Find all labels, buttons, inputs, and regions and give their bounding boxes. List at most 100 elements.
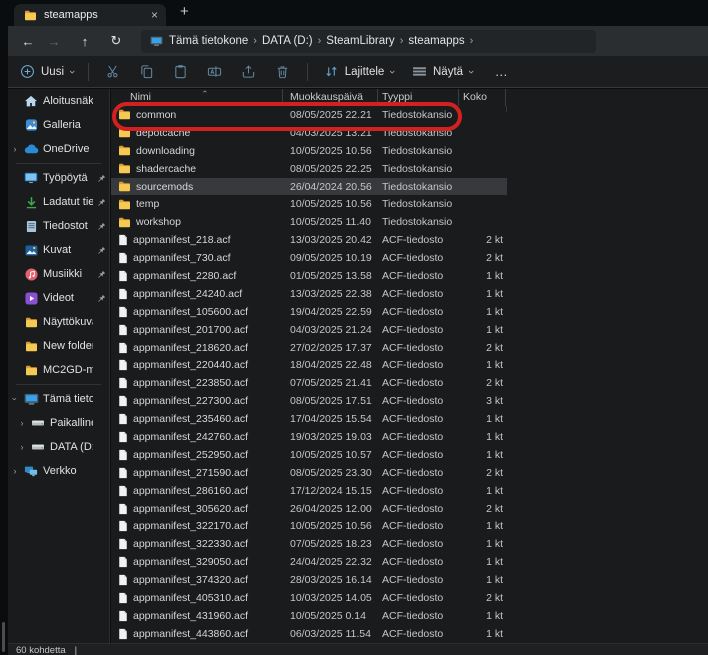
file-row[interactable]: appmanifest_235460.acf 17/04/2025 15.54 … (111, 410, 507, 428)
file-row[interactable]: appmanifest_305620.acf 26/04/2025 12.00 … (111, 500, 507, 518)
chevron-icon[interactable]: › (10, 395, 20, 403)
file-row[interactable]: downloading 10/05/2025 10.56 Tiedostokan… (111, 142, 507, 160)
file-row[interactable]: appmanifest_223850.acf 07/05/2025 21.41 … (111, 374, 507, 392)
file-icon (118, 324, 128, 336)
file-name: common (136, 108, 177, 121)
tab-steamapps[interactable]: steamapps × (14, 4, 166, 26)
file-type: ACF-tiedosto (382, 591, 444, 604)
sidebar-item-label: DATA (D:) (50, 441, 93, 453)
sidebar-item[interactable]: › Paikallinen levy (C (8, 411, 109, 435)
action-button[interactable] (239, 64, 259, 79)
sidebar-item-label: Paikallinen levy (C (50, 417, 93, 429)
file-type: ACF-tiedosto (382, 359, 444, 372)
file-row[interactable]: appmanifest_286160.acf 17/12/2024 15.15 … (111, 482, 507, 500)
chevron-icon[interactable]: › (18, 418, 26, 428)
file-row[interactable]: shadercache 08/05/2025 22.25 Tiedostokan… (111, 160, 507, 178)
file-row[interactable]: appmanifest_271590.acf 08/05/2025 23.30 … (111, 464, 507, 482)
more-options-button[interactable]: … (495, 64, 509, 79)
file-icon (118, 556, 128, 568)
file-row[interactable]: appmanifest_227300.acf 08/05/2025 17.51 … (111, 392, 507, 410)
file-row[interactable]: appmanifest_220440.acf 18/04/2025 22.48 … (111, 356, 507, 374)
file-row[interactable]: depotcache 04/03/2025 13.21 Tiedostokans… (111, 124, 507, 142)
back-icon[interactable]: ← (15, 34, 41, 49)
file-name: appmanifest_286160.acf (133, 484, 249, 497)
sidebar-item[interactable]: New folder (8, 334, 109, 358)
breadcrumb-item[interactable]: SteamLibrary (326, 35, 394, 47)
pictures-icon (23, 244, 39, 256)
chevron-icon[interactable]: › (18, 442, 26, 452)
file-row[interactable]: appmanifest_218.acf 13/03/2025 20.42 ACF… (111, 231, 507, 249)
file-name: appmanifest_105600.acf (133, 305, 249, 318)
pin-icon (97, 198, 107, 207)
chevron-icon[interactable]: › (11, 144, 19, 154)
sidebar-item[interactable]: › Tämä tietokone (8, 387, 109, 411)
sidebar-item[interactable]: Galleria (8, 113, 109, 137)
file-row[interactable]: appmanifest_242760.acf 19/03/2025 19.03 … (111, 428, 507, 446)
sort-button[interactable]: Lajittele › (324, 65, 398, 78)
refresh-icon[interactable]: ↻ (103, 33, 129, 49)
file-row[interactable]: workshop 10/05/2025 11.40 Tiedostokansio (111, 213, 507, 231)
column-header-name[interactable]: Nimi (111, 89, 283, 106)
sidebar-item[interactable]: Tiedostot (8, 214, 109, 238)
file-row[interactable]: appmanifest_201700.acf 04/03/2025 21.24 … (111, 321, 507, 339)
file-row[interactable]: sourcemods 26/04/2024 20.56 Tiedostokans… (111, 177, 507, 196)
sidebar-item[interactable]: Näyttökuvat (8, 310, 109, 334)
file-size: 1 kt (486, 359, 503, 372)
file-modified: 10/05/2025 10.57 (290, 448, 372, 461)
close-tab-icon[interactable]: × (151, 9, 158, 21)
file-row[interactable]: temp 10/05/2025 10.56 Tiedostokansio (111, 195, 507, 213)
breadcrumb-item[interactable]: Tämä tietokone (169, 35, 248, 47)
sidebar-item[interactable]: MC2GD-master (8, 358, 109, 382)
chevron-icon[interactable]: › (11, 466, 19, 476)
file-row[interactable]: appmanifest_443860.acf 06/03/2025 11.54 … (111, 625, 507, 643)
file-name: shadercache (136, 162, 197, 175)
action-button[interactable] (171, 64, 191, 79)
up-icon[interactable]: ↑ (72, 34, 98, 49)
file-row[interactable]: appmanifest_218620.acf 27/02/2025 17.37 … (111, 339, 507, 357)
sidebar-scrollbar[interactable] (2, 622, 5, 652)
address-bar[interactable]: Tämä tietokone › DATA (D:) › SteamLibrar… (141, 29, 596, 53)
column-header-type[interactable]: Tyyppi (378, 89, 459, 106)
sidebar-item[interactable]: Videot (8, 286, 109, 310)
file-name: appmanifest_24240.acf (133, 287, 243, 300)
file-row[interactable]: appmanifest_24240.acf 13/03/2025 22.38 A… (111, 285, 507, 303)
action-button[interactable] (103, 64, 123, 79)
new-button[interactable]: Uusi › (20, 64, 78, 79)
file-row[interactable]: appmanifest_322170.acf 10/05/2025 10.56 … (111, 517, 507, 535)
action-button[interactable] (205, 64, 225, 79)
file-row[interactable]: appmanifest_405310.acf 10/03/2025 14.05 … (111, 589, 507, 607)
file-size: 1 kt (486, 627, 503, 640)
new-tab-button[interactable]: + (180, 3, 189, 20)
sidebar-item[interactable]: › OneDrive (8, 137, 109, 161)
file-row[interactable]: common 08/05/2025 22.21 Tiedostokansio (111, 106, 507, 124)
file-row[interactable]: appmanifest_2280.acf 01/05/2025 13.58 AC… (111, 267, 507, 285)
sidebar-item[interactable]: Musiikki (8, 262, 109, 286)
file-row[interactable]: appmanifest_431960.acf 10/05/2025 0.14 A… (111, 607, 507, 625)
view-button[interactable]: Näytä › (412, 66, 477, 78)
sidebar-item[interactable]: › Verkko (8, 459, 109, 483)
file-row[interactable]: appmanifest_322330.acf 07/05/2025 18.23 … (111, 535, 507, 553)
file-name: appmanifest_252950.acf (133, 448, 249, 461)
file-row[interactable]: appmanifest_730.acf 09/05/2025 10.19 ACF… (111, 249, 507, 267)
sidebar-section-pinned: Työpöytä Ladatut tiedosto Tiedostot Kuva… (8, 166, 109, 382)
file-size: 2 kt (486, 591, 503, 604)
forward-icon[interactable]: → (41, 34, 67, 49)
sidebar-item[interactable]: Aloitusnäkymä (8, 89, 109, 113)
file-row[interactable]: appmanifest_105600.acf 19/04/2025 22.59 … (111, 303, 507, 321)
sidebar-item[interactable]: Ladatut tiedosto (8, 190, 109, 214)
breadcrumb-item[interactable]: DATA (D:) (262, 35, 313, 47)
sidebar-item[interactable]: Kuvat (8, 238, 109, 262)
breadcrumb-item[interactable]: steamapps (408, 35, 464, 47)
column-header-modified[interactable]: Muokkauspäivä (283, 89, 378, 106)
cut-icon (105, 64, 120, 79)
file-row[interactable]: appmanifest_374320.acf 28/03/2025 16.14 … (111, 571, 507, 589)
sidebar-item[interactable]: › DATA (D:) (8, 435, 109, 459)
file-row[interactable]: appmanifest_252950.acf 10/05/2025 10.57 … (111, 446, 507, 464)
file-row[interactable]: appmanifest_329050.acf 24/04/2025 22.32 … (111, 553, 507, 571)
sidebar-item[interactable]: Työpöytä (8, 166, 109, 190)
action-button[interactable] (273, 64, 293, 79)
action-button[interactable] (137, 64, 157, 79)
file-type: Tiedostokansio (382, 162, 453, 175)
gallery-icon (23, 119, 39, 131)
column-header-size[interactable]: Koko (459, 89, 506, 106)
